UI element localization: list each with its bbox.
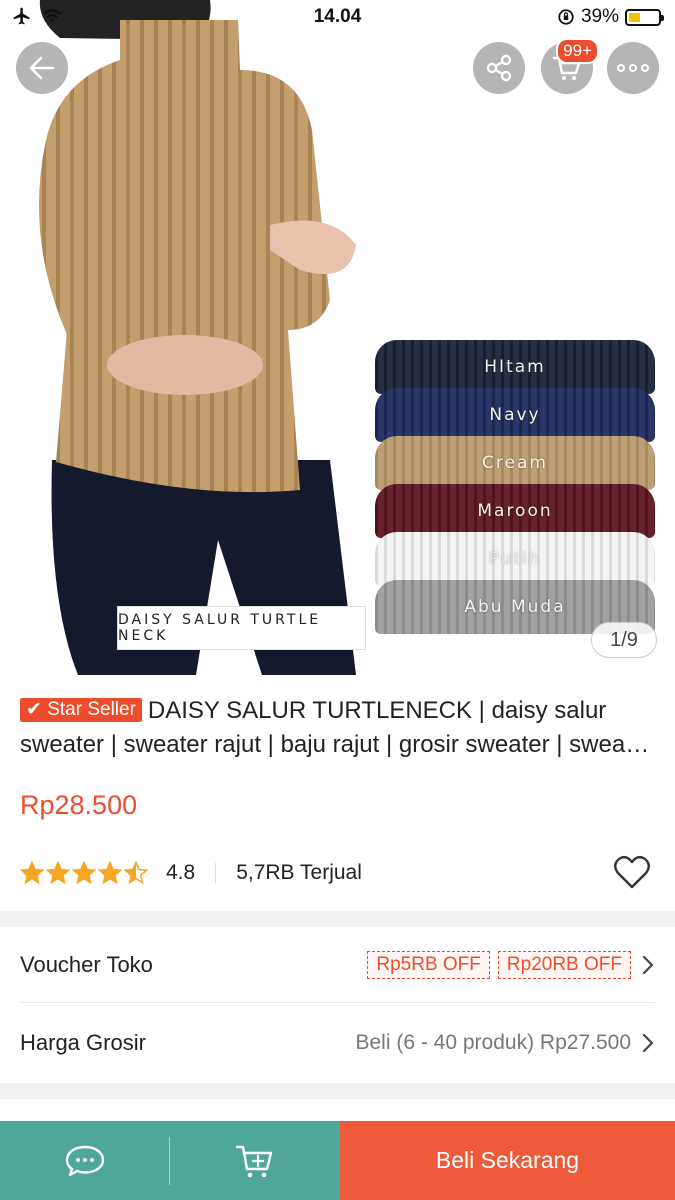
image-caption: DAISY SALUR TURTLE NECK	[117, 606, 366, 650]
star-icon	[124, 861, 148, 885]
voucher-label: Voucher Toko	[20, 951, 153, 977]
battery-percent: 39%	[580, 6, 619, 27]
product-price: Rp28.500	[20, 790, 138, 820]
section-divider	[0, 911, 675, 927]
cart-button[interactable]: 99+	[541, 38, 599, 94]
bottom-left-group	[0, 1121, 340, 1200]
status-bar: 14.04 39%	[0, 0, 675, 34]
back-arrow-icon	[29, 56, 55, 80]
variant-swatch: Navy	[375, 388, 655, 442]
voucher-row[interactable]: Voucher Toko Rp5RB OFF Rp20RB OFF	[20, 927, 655, 1003]
share-button[interactable]	[473, 42, 525, 94]
variant-swatch: Putih	[375, 532, 655, 586]
chevron-right-icon	[642, 1033, 654, 1053]
star-seller-badge: ✔ Star Seller	[20, 698, 142, 722]
chat-button[interactable]	[0, 1121, 170, 1200]
color-variant-stack: HItam Navy Cream Maroon Putih Abu Muda	[375, 340, 655, 634]
sold-count: 5,7RB Terjual	[236, 861, 362, 884]
bottom-action-bar: Beli Sekarang	[0, 1121, 675, 1200]
back-button[interactable]	[16, 42, 68, 94]
product-info: ✔ Star Seller DAISY SALUR TURTLENECK | da…	[0, 675, 675, 911]
wholesale-value: Beli (6 - 40 produk) Rp27.500	[355, 1031, 632, 1054]
more-button[interactable]	[607, 42, 659, 94]
product-image-gallery[interactable]: HItam Navy Cream Maroon Putih Abu Muda D…	[0, 0, 675, 675]
promo-section: Voucher Toko Rp5RB OFF Rp20RB OFF Harga …	[0, 927, 675, 1083]
add-to-cart-button[interactable]	[170, 1121, 340, 1200]
star-icon	[20, 861, 44, 885]
image-counter: 1/9	[591, 622, 657, 658]
wholesale-row[interactable]: Harga Grosir Beli (6 - 40 produk) Rp27.5…	[20, 1005, 655, 1081]
voucher-tag: Rp20RB OFF	[497, 950, 631, 979]
more-dots-icon	[617, 64, 649, 72]
battery-icon	[625, 8, 664, 26]
divider	[169, 1137, 170, 1185]
cart-badge: 99+	[556, 38, 599, 64]
next-section-peek	[0, 1099, 675, 1121]
star-icon	[98, 861, 122, 885]
wishlist-button[interactable]	[613, 855, 651, 896]
rating-row[interactable]: 4.8 5,7RB Terjual	[20, 855, 655, 891]
rating-stars	[20, 861, 148, 885]
divider	[215, 863, 217, 883]
star-icon	[46, 861, 70, 885]
chevron-right-icon	[642, 955, 654, 974]
variant-swatch: HItam	[375, 340, 655, 394]
heart-icon	[614, 855, 650, 889]
voucher-tag: Rp5RB OFF	[367, 950, 490, 979]
variant-swatch: Maroon	[375, 484, 655, 538]
star-icon	[72, 861, 96, 885]
add-to-cart-icon	[235, 1145, 273, 1177]
share-icon	[486, 54, 512, 82]
wholesale-label: Harga Grosir	[20, 1030, 146, 1055]
product-title: ✔ Star Seller DAISY SALUR TURTLENECK | da…	[20, 697, 654, 758]
buy-now-button[interactable]: Beli Sekarang	[340, 1121, 675, 1200]
chat-icon	[65, 1145, 105, 1176]
variant-swatch: Cream	[375, 436, 655, 490]
rotation-lock-icon	[558, 9, 574, 25]
rating-value: 4.8	[166, 861, 196, 884]
